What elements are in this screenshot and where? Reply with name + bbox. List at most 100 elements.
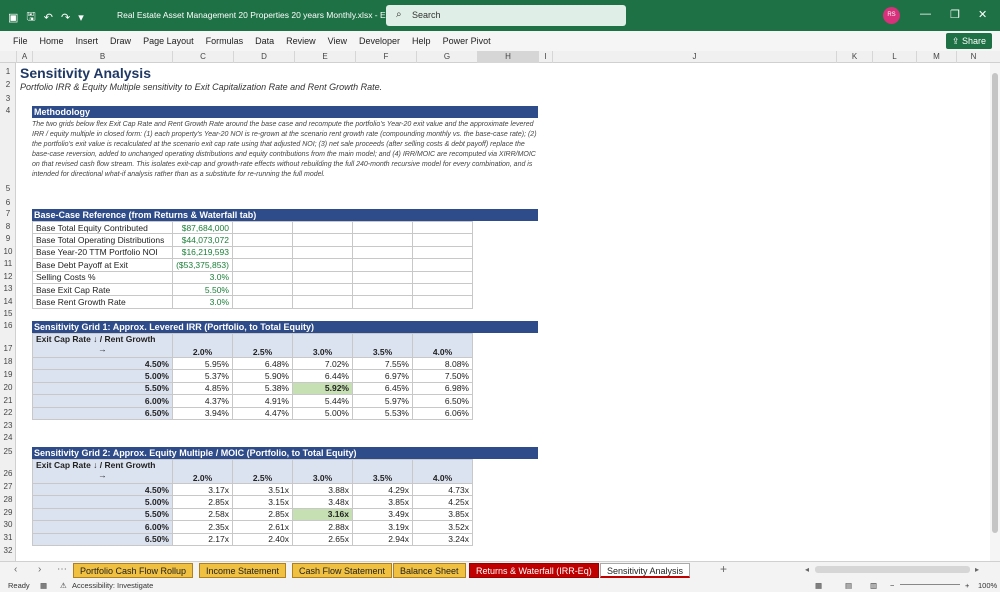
redo-icon[interactable]: ↷ xyxy=(61,11,70,24)
row-header[interactable]: 12 xyxy=(0,272,16,281)
accessibility-status[interactable]: Accessibility: Investigate xyxy=(72,581,153,590)
column-header-b[interactable]: B xyxy=(32,51,172,63)
grid-cell[interactable]: 3.24x xyxy=(412,532,473,546)
page-layout-view-icon[interactable]: ▤ xyxy=(845,581,852,590)
empty-cell[interactable] xyxy=(412,282,473,297)
menu-insert[interactable]: Insert xyxy=(76,36,99,46)
grid-row-label[interactable]: 6.50% xyxy=(32,406,173,420)
base-case-label[interactable]: Base Year-20 TTM Portfolio NOI xyxy=(32,245,173,260)
empty-cell[interactable] xyxy=(352,270,413,284)
grid-cell[interactable]: 3.88x xyxy=(292,482,353,497)
empty-cell[interactable] xyxy=(232,233,293,247)
row-header[interactable]: 22 xyxy=(0,408,16,417)
empty-cell[interactable] xyxy=(232,258,293,272)
row-header[interactable]: 9 xyxy=(0,234,16,243)
grid-cell[interactable]: 2.61x xyxy=(232,520,293,534)
empty-cell[interactable] xyxy=(292,245,353,260)
normal-view-icon[interactable]: ▦ xyxy=(815,581,822,590)
undo-icon[interactable]: ↶ xyxy=(44,11,53,24)
avatar[interactable]: RS xyxy=(883,7,900,24)
tab-balance-sheet[interactable]: Balance Sheet xyxy=(393,563,466,578)
base-case-value[interactable]: 5.50% xyxy=(172,282,233,297)
grid-cell[interactable]: 6.48% xyxy=(232,356,293,371)
grid-cell[interactable]: 4.85% xyxy=(172,381,233,396)
grid-cell[interactable]: 4.47% xyxy=(232,406,293,420)
grid-cell[interactable]: 2.65x xyxy=(292,532,353,546)
grid-cell[interactable]: 4.91% xyxy=(232,394,293,408)
menu-home[interactable]: Home xyxy=(40,36,64,46)
grid-row-label[interactable]: 5.50% xyxy=(32,507,173,522)
empty-cell[interactable] xyxy=(352,245,413,260)
base-case-label[interactable]: Base Debt Payoff at Exit xyxy=(32,258,173,272)
row-header[interactable]: 16 xyxy=(0,321,16,330)
column-header-c[interactable]: C xyxy=(172,51,233,63)
add-sheet-icon[interactable]: + xyxy=(720,562,727,576)
menu-developer[interactable]: Developer xyxy=(359,36,400,46)
grid-row-label[interactable]: 5.00% xyxy=(32,369,173,383)
row-header[interactable]: 15 xyxy=(0,309,16,318)
grid-cell[interactable]: 6.98% xyxy=(412,381,473,396)
grid-cell[interactable]: 6.45% xyxy=(352,381,413,396)
base-case-label[interactable]: Base Exit Cap Rate xyxy=(32,282,173,297)
grid-cell[interactable]: 7.55% xyxy=(352,356,413,371)
grid-cell[interactable]: 5.95% xyxy=(172,356,233,371)
next-sheet-icon[interactable]: › xyxy=(38,564,41,575)
empty-cell[interactable] xyxy=(352,295,413,309)
grid-cell[interactable]: 5.53% xyxy=(352,406,413,420)
grid-cell[interactable]: 5.90% xyxy=(232,369,293,383)
empty-cell[interactable] xyxy=(292,270,353,284)
grid-cell[interactable]: 3.85x xyxy=(352,495,413,509)
zoom-level[interactable]: 100% xyxy=(978,581,997,590)
column-header-m[interactable]: M xyxy=(916,51,956,63)
grid-cell[interactable]: 3.17x xyxy=(172,482,233,497)
empty-cell[interactable] xyxy=(352,258,413,272)
empty-cell[interactable] xyxy=(412,258,473,272)
row-header[interactable]: 13 xyxy=(0,284,16,293)
row-header[interactable]: 10 xyxy=(0,247,16,256)
grid-cell[interactable]: 7.50% xyxy=(412,369,473,383)
column-header-d[interactable]: D xyxy=(233,51,294,63)
empty-cell[interactable] xyxy=(232,270,293,284)
grid-cell[interactable]: 5.44% xyxy=(292,394,353,408)
grid-cell[interactable]: 3.48x xyxy=(292,495,353,509)
grid-cell[interactable]: 2.85x xyxy=(172,495,233,509)
base-case-value[interactable]: $87,684,000 xyxy=(172,220,233,235)
grid-cell[interactable]: 2.58x xyxy=(172,507,233,522)
row-header[interactable]: 2 xyxy=(0,80,16,89)
empty-cell[interactable] xyxy=(292,282,353,297)
grid-cell[interactable]: 5.37% xyxy=(172,369,233,383)
empty-cell[interactable] xyxy=(352,233,413,247)
grid-cell[interactable]: 2.35x xyxy=(172,520,233,534)
grid-cell[interactable]: 4.37% xyxy=(172,394,233,408)
column-header-l[interactable]: L xyxy=(872,51,916,63)
more-sheets-icon[interactable]: ⋯ xyxy=(57,564,67,575)
close-icon[interactable]: ✕ xyxy=(978,8,987,21)
row-header[interactable]: 3 xyxy=(0,94,16,103)
column-header-e[interactable]: E xyxy=(294,51,355,63)
empty-cell[interactable] xyxy=(412,245,473,260)
empty-cell[interactable] xyxy=(292,220,353,235)
base-case-label[interactable]: Base Total Equity Contributed xyxy=(32,220,173,235)
save-icon[interactable]: 🖫 xyxy=(26,8,35,27)
base-case-value[interactable]: 3.0% xyxy=(172,270,233,284)
column-header-j[interactable]: J xyxy=(552,51,836,63)
grid-row-label[interactable]: 5.00% xyxy=(32,495,173,509)
empty-cell[interactable] xyxy=(232,295,293,309)
base-case-label[interactable]: Base Total Operating Distributions xyxy=(32,233,173,247)
grid-cell[interactable]: 6.06% xyxy=(412,406,473,420)
empty-cell[interactable] xyxy=(292,295,353,309)
vertical-scrollbar[interactable] xyxy=(990,63,1000,561)
column-header-i[interactable]: I xyxy=(538,51,552,63)
grid-row-label[interactable]: 6.00% xyxy=(32,394,173,408)
menu-page-layout[interactable]: Page Layout xyxy=(143,36,194,46)
column-header-n[interactable]: N xyxy=(956,51,990,63)
menu-draw[interactable]: Draw xyxy=(110,36,131,46)
row-header[interactable]: 20 xyxy=(0,383,16,392)
base-case-label[interactable]: Base Rent Growth Rate xyxy=(32,295,173,309)
macro-icon[interactable]: ▦ xyxy=(40,581,47,590)
row-header[interactable]: 21 xyxy=(0,396,16,405)
row-header[interactable]: 23 xyxy=(0,421,16,430)
grid-cell[interactable]: 4.73x xyxy=(412,482,473,497)
empty-cell[interactable] xyxy=(292,258,353,272)
grid-cell[interactable]: 3.52x xyxy=(412,520,473,534)
